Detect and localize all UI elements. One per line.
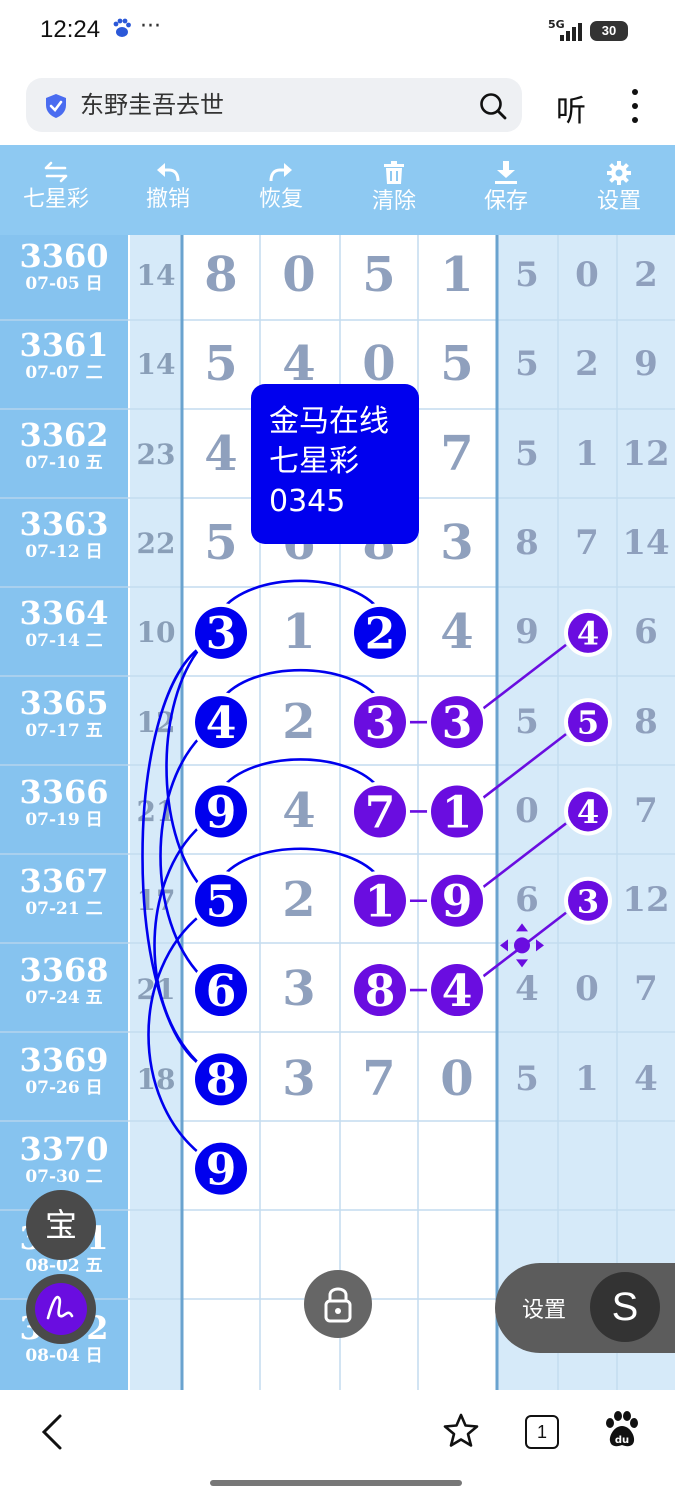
save-button[interactable]: 保存 — [450, 145, 562, 235]
shield-icon — [46, 94, 66, 118]
connector-arc — [219, 579, 382, 612]
lock-icon — [324, 1287, 352, 1323]
marked-digit[interactable]: 8 — [191, 1049, 251, 1110]
toolbar-label: 清除 — [371, 189, 416, 214]
popup-line-3: 0345 — [269, 484, 346, 519]
marked-tail-digit[interactable]: 3 — [564, 876, 612, 925]
baidu-home-icon[interactable]: du — [604, 1410, 640, 1450]
marked-digit-label: 1 — [365, 877, 396, 928]
toolbar-label: 撤销 — [145, 187, 190, 212]
marked-digit[interactable]: 8 — [350, 960, 410, 1021]
marked-digit-label: 8 — [365, 966, 396, 1017]
trash-icon — [384, 161, 404, 184]
marked-tail-digit[interactable]: 4 — [564, 608, 612, 657]
toolbar-label: 恢复 — [258, 187, 303, 212]
connector-arc — [219, 847, 382, 880]
marked-digit[interactable]: 3 — [427, 692, 487, 753]
connector-arc — [219, 758, 382, 791]
clear-button[interactable]: 清除 — [338, 145, 450, 235]
gear-icon — [607, 161, 631, 185]
marked-digit[interactable]: 3 — [191, 602, 251, 663]
marked-digit-label: 2 — [365, 609, 396, 660]
connector-arc — [219, 668, 382, 701]
search-query[interactable]: 东野圭吾去世 — [80, 88, 224, 122]
marked-digit[interactable]: 1 — [350, 870, 410, 931]
marked-tail-digit[interactable]: 4 — [564, 787, 612, 836]
marked-digit-label: 5 — [206, 877, 237, 928]
popup-line-1: 金马在线 — [269, 404, 389, 439]
listen-button[interactable]: 听 — [556, 86, 586, 130]
toolbar-label: 设置 — [596, 189, 641, 214]
settings-button[interactable]: 设置 — [563, 145, 675, 235]
undo-icon — [157, 163, 180, 182]
lottery-type-button[interactable]: 七星彩 — [0, 145, 112, 235]
back-icon[interactable] — [38, 1412, 66, 1452]
tabs-button[interactable]: 1 — [525, 1415, 559, 1449]
marked-tail-digit[interactable]: 5 — [564, 698, 612, 747]
toolbar-label: 七星彩 — [22, 187, 89, 212]
watermark-popup: 金马在线 七星彩 0345 — [251, 384, 419, 544]
marked-tail-digit-label: 4 — [577, 793, 599, 831]
search-icon[interactable] — [478, 91, 508, 121]
marked-digit-label: 3 — [206, 609, 237, 660]
s-label: S — [611, 1285, 639, 1329]
connector-line — [480, 822, 567, 890]
marked-digit-label: 6 — [206, 966, 237, 1017]
popup-line-2: 七星彩 — [269, 444, 359, 479]
lock-button[interactable] — [304, 1270, 372, 1338]
pen-button[interactable] — [26, 1274, 96, 1344]
marked-digit[interactable]: 9 — [427, 870, 487, 931]
marked-digit-label: 3 — [365, 698, 396, 749]
status-time: 12:24 — [40, 16, 101, 43]
home-indicator[interactable] — [210, 1480, 462, 1486]
undo-button[interactable]: 撤销 — [112, 145, 224, 235]
signal-icon — [560, 23, 582, 41]
move-handle-icon[interactable] — [500, 923, 544, 968]
status-more: ··· — [140, 14, 161, 39]
settings-pill-label[interactable]: 设置 — [522, 1292, 566, 1324]
marked-digit[interactable]: 4 — [427, 960, 487, 1021]
redo-button[interactable]: 恢复 — [225, 145, 337, 235]
marked-tail-digit-label: 4 — [577, 614, 599, 652]
marked-digit[interactable]: 9 — [191, 1138, 251, 1199]
marked-digit[interactable]: 9 — [191, 781, 251, 842]
redo-icon — [269, 163, 292, 182]
marked-tail-digit-label: 3 — [577, 882, 599, 920]
marked-digit-label: 9 — [442, 877, 473, 928]
svg-text:du: du — [615, 1435, 629, 1446]
marked-digit[interactable]: 5 — [191, 870, 251, 931]
more-menu-icon[interactable] — [628, 88, 642, 124]
download-icon — [495, 161, 517, 184]
marked-digit[interactable]: 3 — [350, 692, 410, 753]
marked-digit-label: 7 — [365, 787, 396, 838]
baidu-paw-icon — [113, 18, 131, 37]
connector-line — [480, 733, 567, 801]
marked-digit-label: 4 — [442, 966, 473, 1017]
marked-digit-label: 9 — [206, 787, 237, 838]
star-icon[interactable] — [442, 1412, 480, 1450]
marked-digit[interactable]: 7 — [350, 781, 410, 842]
treasure-button[interactable]: 宝 — [26, 1190, 96, 1260]
marked-digit[interactable]: 1 — [427, 781, 487, 842]
marked-digit-label: 4 — [206, 698, 237, 749]
marked-digit-label: 9 — [206, 1144, 237, 1195]
connector-line — [480, 643, 567, 712]
marked-digit-label: 1 — [442, 787, 473, 838]
connector-curve — [165, 646, 203, 888]
battery-icon: 30 — [590, 21, 628, 41]
toolbar-label: 保存 — [483, 189, 528, 214]
marked-digit[interactable]: 4 — [191, 692, 251, 753]
pen-icon — [35, 1283, 87, 1335]
marked-digit-label: 8 — [206, 1055, 237, 1106]
marked-digit[interactable]: 6 — [191, 960, 251, 1021]
s-button[interactable]: S — [590, 1272, 660, 1342]
marked-digit-label: 3 — [442, 698, 473, 749]
marked-tail-digit-label: 5 — [577, 704, 599, 742]
swap-icon — [44, 161, 68, 183]
marked-digit[interactable]: 2 — [350, 602, 410, 663]
